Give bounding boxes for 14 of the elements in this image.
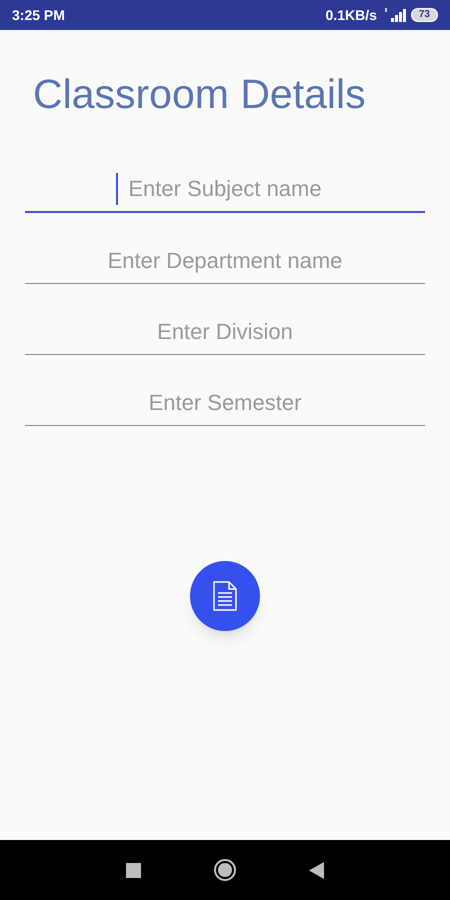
document-icon (213, 581, 237, 611)
back-icon[interactable] (309, 862, 324, 878)
input-field[interactable]: Enter Department name (25, 238, 425, 284)
input-field[interactable]: Enter Subject name (25, 167, 425, 213)
network-speed: 0.1KB/s (326, 6, 377, 24)
recents-icon[interactable] (126, 862, 141, 878)
home-icon[interactable] (213, 858, 237, 882)
status-time: 3:25 PM (12, 6, 65, 24)
text-cursor (116, 173, 118, 205)
signal-icon (384, 8, 407, 22)
page-title: Classroom Details (32, 70, 367, 118)
input-field[interactable]: Enter Semester (25, 380, 425, 426)
input-field[interactable]: Enter Division (25, 309, 425, 355)
battery-level: 73 (410, 8, 438, 22)
